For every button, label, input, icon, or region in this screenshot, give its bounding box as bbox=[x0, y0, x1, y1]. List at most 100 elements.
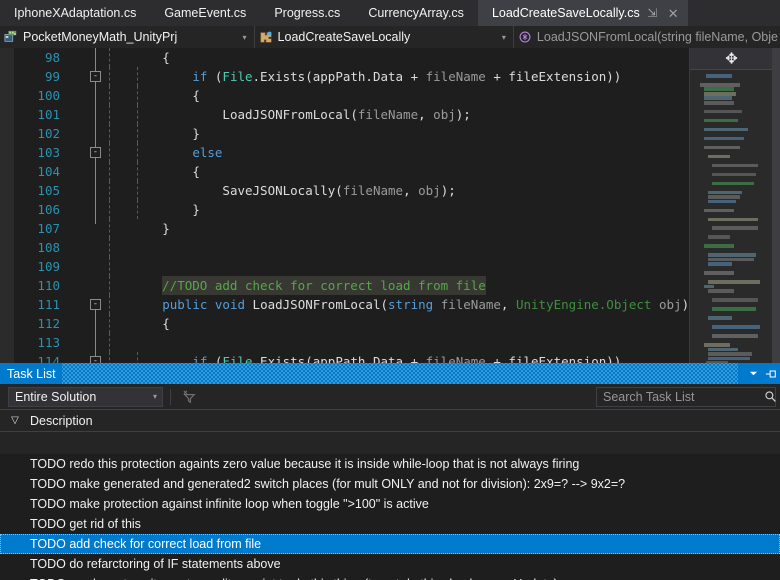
task-list-title: Task List bbox=[7, 366, 56, 381]
code-line[interactable]: 104 { bbox=[14, 162, 689, 181]
pin-icon[interactable]: ⇲ bbox=[644, 5, 661, 22]
line-number: 110 bbox=[37, 278, 60, 293]
structure-guide bbox=[95, 200, 96, 219]
minimap-content bbox=[690, 70, 772, 363]
code-line[interactable]: 109 bbox=[14, 257, 689, 276]
navbar-member-dropdown[interactable]: LoadJSONFromLocal(string fileName, Obje bbox=[513, 26, 780, 48]
editor-tab[interactable]: Progress.cs bbox=[260, 0, 355, 26]
editor-vertical-scrollbar[interactable] bbox=[772, 48, 780, 363]
code-line[interactable]: 108 bbox=[14, 238, 689, 257]
minimap-line bbox=[708, 190, 742, 195]
code-line[interactable]: 99 - if (File.Exists(appPath.Data + fileN… bbox=[14, 67, 689, 86]
task-list-title-bar[interactable]: Task List bbox=[0, 363, 780, 384]
editor-tab[interactable]: CurrencyArray.cs bbox=[354, 0, 478, 26]
fold-toggle-icon[interactable]: - bbox=[90, 71, 101, 82]
task-list-row[interactable]: TODO make generated and generated2 switc… bbox=[0, 474, 780, 494]
chevron-down-icon[interactable]: ▾ bbox=[148, 392, 162, 401]
chevron-down-icon[interactable]: ▾ bbox=[238, 33, 252, 42]
code-text: { bbox=[102, 86, 200, 105]
task-list-row[interactable]: TODO make protection against infinite lo… bbox=[0, 494, 780, 514]
task-list-toolbar: Entire Solution ▾ bbox=[0, 384, 780, 410]
fold-toggle-icon[interactable]: - bbox=[90, 147, 101, 158]
task-list-search-box[interactable] bbox=[596, 386, 777, 407]
task-list-pin-button[interactable] bbox=[762, 363, 780, 384]
line-number: 105 bbox=[37, 183, 60, 198]
editor-tab[interactable]: GameEvent.cs bbox=[150, 0, 261, 26]
search-input[interactable] bbox=[597, 389, 764, 404]
code-token: fileName bbox=[342, 183, 404, 198]
code-token: fileName bbox=[425, 69, 486, 84]
code-text: if (File.Exists(appPath.Data + fileName … bbox=[102, 352, 621, 363]
minimap-line bbox=[704, 91, 736, 96]
structure-guide bbox=[95, 333, 96, 352]
editor-code-surface[interactable]: 98 { 99 - if (File.Exists(appPath.Data + f… bbox=[14, 48, 689, 363]
minimap-line bbox=[696, 159, 771, 163]
minimap-line bbox=[712, 334, 758, 338]
code-token: + bbox=[485, 69, 509, 84]
code-line[interactable]: 114 - if (File.Exists(appPath.Data + file… bbox=[14, 352, 689, 363]
task-list-row-selected[interactable]: TODO add check for correct load from fil… bbox=[0, 534, 780, 554]
close-icon[interactable]: ✕ bbox=[665, 5, 682, 22]
sort-indicator-icon[interactable]: ▽ bbox=[0, 415, 30, 426]
code-line[interactable]: 100 { bbox=[14, 86, 689, 105]
task-list-rows[interactable]: TODO redo this protection againts zero v… bbox=[0, 454, 780, 580]
split-view-icon[interactable]: ✥ bbox=[725, 51, 738, 66]
code-line[interactable]: 103 - else bbox=[14, 143, 689, 162]
code-line[interactable]: 102 } bbox=[14, 124, 689, 143]
line-number: 106 bbox=[37, 202, 60, 217]
editor-split-handle[interactable]: ✥ bbox=[690, 48, 772, 70]
code-token: if bbox=[192, 69, 215, 84]
minimap-line bbox=[706, 74, 732, 78]
code-editor[interactable]: 98 { 99 - if (File.Exists(appPath.Data + f… bbox=[0, 48, 780, 363]
code-line[interactable]: 98 { bbox=[14, 48, 689, 67]
code-text: } bbox=[102, 200, 200, 219]
code-line[interactable]: 110 //TODO add check for correct load fro… bbox=[14, 276, 689, 295]
code-line[interactable]: 101 LoadJSONFromLocal(fileName, obj); bbox=[14, 105, 689, 124]
task-list-row[interactable]: TODO do refarctoring of IF statements ab… bbox=[0, 554, 780, 574]
column-header-description[interactable]: Description bbox=[30, 414, 93, 428]
fold-toggle-icon[interactable]: - bbox=[90, 299, 101, 310]
code-line[interactable]: 107 } bbox=[14, 219, 689, 238]
code-token: void bbox=[214, 297, 253, 312]
code-line[interactable]: 112 { bbox=[14, 314, 689, 333]
minimap-line bbox=[696, 123, 771, 127]
task-list-scope-dropdown[interactable]: Entire Solution ▾ bbox=[8, 386, 163, 407]
editor-tab-label: LoadCreateSaveLocally.cs bbox=[491, 6, 640, 20]
clear-filter-button[interactable] bbox=[178, 387, 200, 407]
structure-guide bbox=[95, 105, 96, 124]
minimap-line bbox=[696, 240, 771, 244]
task-list-row[interactable]: TODO you have to write custom editor scr… bbox=[0, 574, 780, 580]
navbar-type-dropdown[interactable]: LoadCreateSaveLocally ▾ bbox=[254, 26, 514, 48]
task-description: TODO add check for correct load from fil… bbox=[30, 537, 262, 551]
task-description: TODO make protection against infinite lo… bbox=[30, 497, 429, 511]
structure-guide bbox=[95, 314, 96, 333]
code-token: LoadJSONFromLocal( bbox=[222, 107, 358, 122]
search-icon[interactable] bbox=[764, 390, 777, 403]
chevron-down-icon[interactable]: ▾ bbox=[497, 33, 511, 42]
code-line[interactable]: 111 - public void LoadJSONFromLocal(strin… bbox=[14, 295, 689, 314]
line-number: 99 bbox=[44, 69, 60, 84]
code-line[interactable]: 113 bbox=[14, 333, 689, 352]
minimap-line bbox=[696, 222, 771, 226]
task-list-row[interactable]: TODO redo this protection againts zero v… bbox=[0, 454, 780, 474]
code-line[interactable]: 106 } bbox=[14, 200, 689, 219]
code-line[interactable]: 105 SaveJSONLocally(fileName, obj); bbox=[14, 181, 689, 200]
editor-tab[interactable]: IphoneXAdaptation.cs bbox=[0, 0, 151, 26]
editor-indicator-margin bbox=[0, 48, 14, 363]
task-list-menu-button[interactable] bbox=[744, 363, 762, 384]
task-list-drag-grip[interactable] bbox=[61, 363, 738, 384]
navbar-project-dropdown[interactable]: PocketMoneyMath_UnityPrj ▾ bbox=[0, 26, 255, 48]
structure-guide bbox=[95, 162, 96, 181]
chevron-down-icon bbox=[749, 371, 757, 376]
minimap-line bbox=[704, 127, 748, 132]
minimap-line bbox=[696, 312, 771, 316]
editor-minimap[interactable]: ✥ bbox=[689, 48, 772, 363]
code-token: fileName bbox=[357, 107, 419, 122]
task-list-row[interactable]: TODO get rid of this bbox=[0, 514, 780, 534]
minimap-line bbox=[696, 78, 771, 82]
fold-toggle-icon[interactable]: - bbox=[90, 356, 101, 363]
editor-tab-active[interactable]: LoadCreateSaveLocally.cs ⇲ ✕ bbox=[477, 0, 688, 26]
minimap-line bbox=[704, 145, 740, 150]
minimap-line bbox=[704, 96, 732, 101]
